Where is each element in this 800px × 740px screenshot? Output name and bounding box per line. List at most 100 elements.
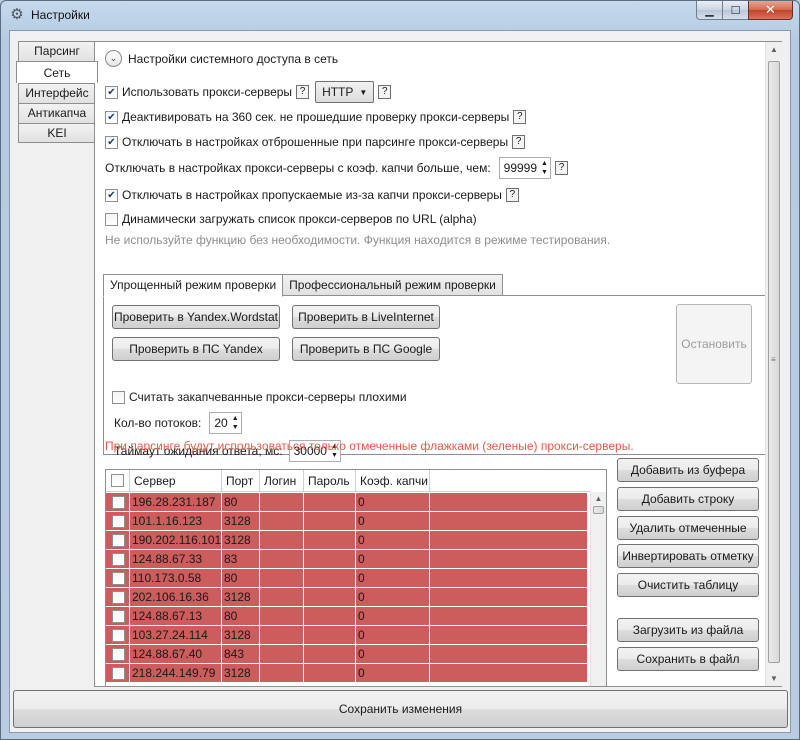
cell-login[interactable] <box>260 493 304 512</box>
scroll-up-icon[interactable]: ▲ <box>766 45 782 54</box>
cell-password[interactable] <box>304 607 356 626</box>
row-checkbox[interactable] <box>112 609 125 623</box>
row-checkbox[interactable] <box>112 571 125 585</box>
cell-password[interactable] <box>304 512 356 531</box>
scroll-down-icon[interactable]: ▼ <box>766 674 782 683</box>
table-row[interactable]: 101.1.16.123 3128 0 <box>106 512 604 531</box>
stepper-arrows-icon[interactable]: ▲ ▼ <box>541 159 550 177</box>
help-icon[interactable]: ? <box>512 135 526 149</box>
row-checkbox[interactable] <box>112 628 125 642</box>
minimize-button[interactable]: ▁ <box>696 1 722 20</box>
clear-table-button[interactable]: Очистить таблицу <box>617 573 759 597</box>
column-header-captcha[interactable]: Коэф. капчи <box>356 470 430 492</box>
cell-server[interactable]: 110.173.0.58 <box>130 569 222 588</box>
cell-port[interactable]: 3128 <box>222 531 260 550</box>
check-liveinternet-button[interactable]: Проверить в LiveInternet <box>292 305 440 329</box>
row-checkbox[interactable] <box>112 495 125 509</box>
cell-password[interactable] <box>304 550 356 569</box>
column-header-port[interactable]: Порт <box>222 470 260 492</box>
cell-password[interactable] <box>304 569 356 588</box>
save-changes-button[interactable]: Сохранить изменения <box>13 690 788 728</box>
cell-login[interactable] <box>260 607 304 626</box>
cell-password[interactable] <box>304 493 356 512</box>
help-icon[interactable]: ? <box>513 110 527 124</box>
help-icon[interactable]: ? <box>378 85 392 99</box>
cell-server[interactable]: 103.27.24.114 <box>130 626 222 645</box>
cell-captcha[interactable]: 0 <box>356 626 430 645</box>
load-from-file-button[interactable]: Загрузить из файла <box>617 618 759 642</box>
table-row[interactable]: 218.244.149.79 3128 0 <box>106 664 604 683</box>
add-row-button[interactable]: Добавить строку <box>617 487 759 511</box>
cell-port[interactable]: 80 <box>222 493 260 512</box>
add-from-clipboard-button[interactable]: Добавить из буфера <box>617 458 759 482</box>
cell-login[interactable] <box>260 664 304 683</box>
tab-simple-check[interactable]: Упрощенный режим проверки <box>103 274 284 297</box>
cell-server[interactable]: 218.244.149.79 <box>130 664 222 683</box>
panel-scrollbar[interactable]: ▲ ≡ ▼ <box>765 42 782 686</box>
scroll-up-icon[interactable]: ▲ <box>591 494 606 503</box>
cell-port[interactable]: 3128 <box>222 588 260 607</box>
panel-scroll-thumb[interactable]: ≡ <box>768 61 780 663</box>
cell-captcha[interactable]: 0 <box>356 550 430 569</box>
disable-rejected-checkbox[interactable]: ✔ <box>105 135 118 149</box>
cell-server[interactable]: 190.202.116.101 <box>130 531 222 550</box>
cell-port[interactable]: 3128 <box>222 512 260 531</box>
table-row[interactable]: 190.202.116.101 3128 0 <box>106 531 604 550</box>
scroll-thumb[interactable] <box>593 506 604 514</box>
cell-login[interactable] <box>260 531 304 550</box>
cell-password[interactable] <box>304 645 356 664</box>
cell-password[interactable] <box>304 531 356 550</box>
table-scrollbar[interactable]: ▲ <box>590 492 606 686</box>
captcha-ratio-stepper[interactable]: 99999 ▲ ▼ <box>498 157 551 179</box>
delete-checked-button[interactable]: Удалить отмеченные <box>617 516 759 540</box>
deactivate-checkbox[interactable]: ✔ <box>105 110 118 124</box>
stop-button[interactable]: Остановить <box>676 304 752 384</box>
column-header-login[interactable]: Логин <box>260 470 304 492</box>
cell-server[interactable]: 124.88.67.13 <box>130 607 222 626</box>
row-checkbox[interactable] <box>112 666 125 680</box>
maximize-button[interactable]: ☐ <box>722 1 748 20</box>
disable-captcha-skipped-checkbox[interactable]: ✔ <box>105 188 118 202</box>
help-icon[interactable]: ? <box>505 188 519 202</box>
cell-login[interactable] <box>260 569 304 588</box>
table-row[interactable]: 196.28.231.187 80 0 <box>106 493 604 512</box>
threads-stepper[interactable]: 20 ▲ ▼ <box>209 412 242 434</box>
cell-port[interactable]: 3128 <box>222 664 260 683</box>
check-ps-google-button[interactable]: Проверить в ПС Google <box>292 337 440 361</box>
table-row[interactable]: 124.88.67.13 80 0 <box>106 607 604 626</box>
cell-captcha[interactable]: 0 <box>356 512 430 531</box>
cell-login[interactable] <box>260 550 304 569</box>
proxy-type-select[interactable]: HTTP ▼ <box>315 81 375 103</box>
row-checkbox[interactable] <box>112 590 125 604</box>
cell-captcha[interactable]: 0 <box>356 588 430 607</box>
cell-server[interactable]: 124.88.67.33 <box>130 550 222 569</box>
cell-password[interactable] <box>304 664 356 683</box>
tab-interface[interactable]: Интерфейс <box>18 83 96 103</box>
cell-port[interactable]: 80 <box>222 607 260 626</box>
column-header-password[interactable]: Пароль <box>304 470 356 492</box>
tab-kei[interactable]: KEI <box>18 123 96 143</box>
cell-captcha[interactable]: 0 <box>356 569 430 588</box>
cell-captcha[interactable]: 0 <box>356 645 430 664</box>
cell-server[interactable]: 196.28.231.187 <box>130 493 222 512</box>
cell-port[interactable]: 843 <box>222 645 260 664</box>
select-all-checkbox[interactable] <box>111 474 124 487</box>
table-row[interactable]: 110.173.0.58 80 0 <box>106 569 604 588</box>
table-row[interactable]: 124.88.67.33 83 0 <box>106 550 604 569</box>
row-checkbox[interactable] <box>112 552 125 566</box>
row-checkbox[interactable] <box>112 647 125 661</box>
cell-port[interactable]: 83 <box>222 550 260 569</box>
check-yandex-wordstat-button[interactable]: Проверить в Yandex.Wordstat <box>112 305 280 329</box>
tab-pro-check[interactable]: Профессиональный режим проверки <box>282 274 503 296</box>
table-row[interactable]: 103.27.24.114 3128 0 <box>106 626 604 645</box>
cell-server[interactable]: 124.88.67.40 <box>130 645 222 664</box>
close-button[interactable]: ✕ <box>748 1 793 20</box>
table-row[interactable]: 124.88.67.40 843 0 <box>106 645 604 664</box>
cell-port[interactable]: 80 <box>222 569 260 588</box>
cell-port[interactable]: 3128 <box>222 626 260 645</box>
cell-login[interactable] <box>260 626 304 645</box>
column-header-server[interactable]: Сервер <box>130 470 222 492</box>
bad-captcha-checkbox[interactable] <box>112 390 125 404</box>
tab-anticaptcha[interactable]: Антикапча <box>18 103 96 123</box>
row-checkbox[interactable] <box>112 533 125 547</box>
